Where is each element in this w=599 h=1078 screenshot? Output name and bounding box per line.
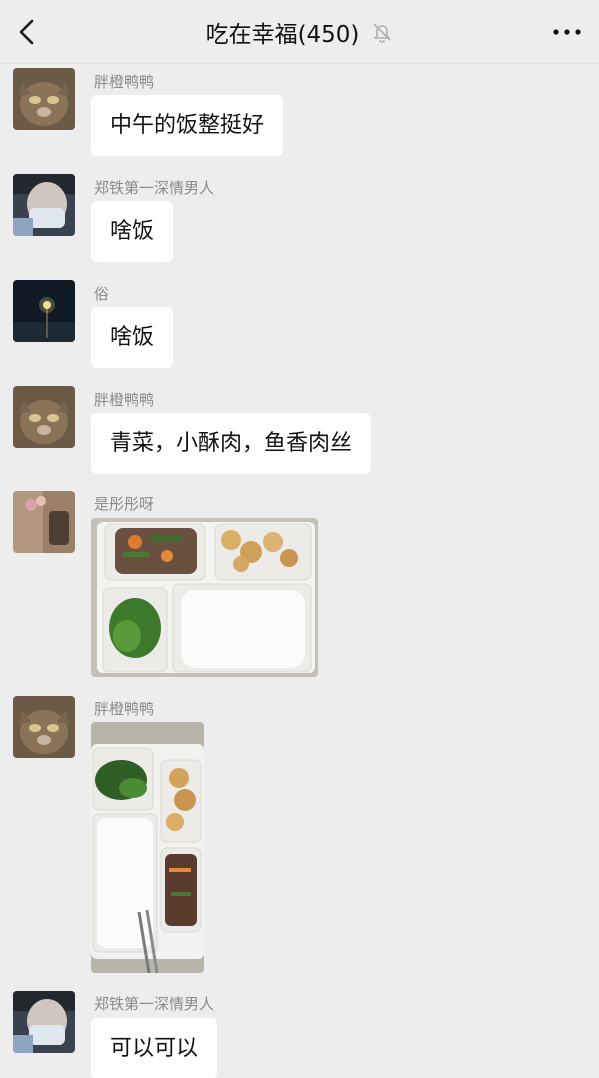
sender-name: 胖橙鸭鸭	[94, 73, 155, 91]
message-bubble[interactable]: 青菜，小酥肉，鱼香肉丝	[91, 413, 372, 474]
cat-avatar[interactable]	[13, 386, 75, 448]
message-bubble[interactable]: 可以可以	[91, 1018, 218, 1078]
message-bubble[interactable]: 啥饭	[91, 307, 174, 368]
cat-avatar[interactable]	[13, 68, 75, 130]
title-wrap: 吃在幸福(450)	[0, 14, 599, 50]
masked-person-avatar[interactable]	[13, 991, 75, 1053]
flower-avatar[interactable]	[13, 491, 75, 553]
bell-off-icon	[373, 23, 391, 43]
sender-name: 胖橙鸭鸭	[94, 700, 155, 718]
lunch-box-photo[interactable]	[91, 518, 318, 677]
cat-avatar[interactable]	[13, 696, 75, 758]
sender-name: 郑铁第一深情男人	[94, 179, 215, 197]
sender-name: 是彤彤呀	[94, 495, 155, 513]
night-lamp-avatar[interactable]	[13, 280, 75, 342]
chat-header: 吃在幸福(450)	[0, 0, 599, 64]
sender-name: 俗	[94, 285, 110, 303]
chat-title: 吃在幸福(450)	[205, 22, 360, 48]
message-bubble[interactable]: 中午的饭整挺好	[91, 95, 284, 156]
lunch-box-photo-vertical[interactable]	[91, 722, 204, 973]
sender-name: 郑铁第一深情男人	[94, 995, 215, 1013]
more-dots-icon[interactable]	[549, 20, 585, 44]
message-bubble[interactable]: 啥饭	[91, 201, 174, 262]
sender-name: 胖橙鸭鸭	[94, 391, 155, 409]
masked-person-avatar[interactable]	[13, 174, 75, 236]
